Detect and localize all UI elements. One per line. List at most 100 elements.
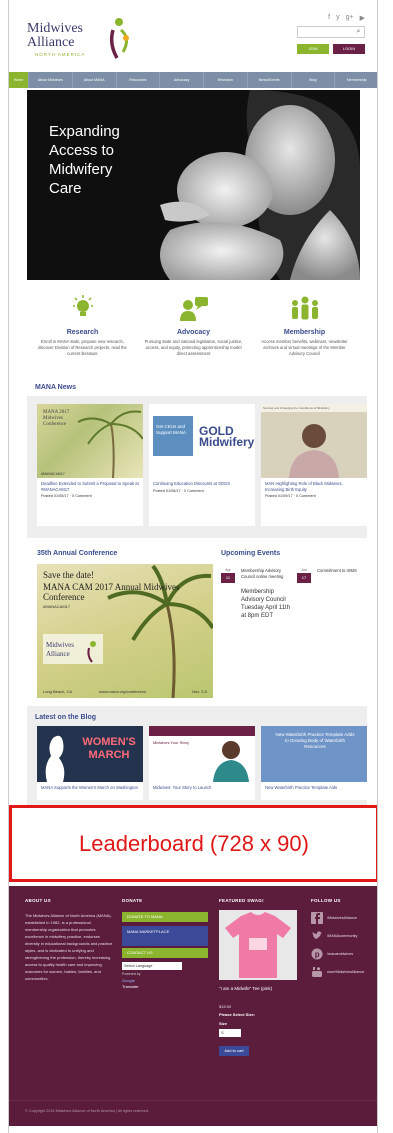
silhouette-icon [45, 735, 65, 782]
nav-about-midwives[interactable]: About Midwives [29, 72, 73, 88]
news-title[interactable]: Deadline Extended to Submit a Proposal t… [37, 478, 143, 492]
conference-hashtag: #MANACAM17 [43, 604, 71, 609]
mana-logo-icon: Midwives Alliance [43, 634, 103, 664]
follow-youtube[interactable]: user/MidwivesAlliance [311, 966, 364, 978]
translate-powered: Powered by [122, 972, 141, 976]
main-nav: Home About Midwives About MANA Resources… [9, 72, 377, 88]
marketplace-button[interactable]: MANA MARKETPLACE [122, 926, 208, 946]
add-to-cart-button[interactable]: Add to cart [219, 1046, 249, 1056]
feature-advocacy[interactable]: Advocacy Pursuing state and national leg… [138, 285, 249, 385]
conference-banner[interactable]: Save the date! MANA CAM 2017 Annual Midw… [37, 564, 213, 698]
blog-title[interactable]: Midwives: Your Story to Launch [149, 782, 255, 790]
nav-home[interactable]: Home [9, 72, 29, 88]
facebook-icon[interactable]: f [328, 14, 330, 22]
googleplus-icon[interactable]: g+ [346, 14, 354, 22]
hero-line: Midwifery [49, 161, 113, 178]
logo-figure-icon [109, 18, 129, 59]
nav-resources[interactable]: Resources [117, 72, 161, 88]
feature-membership[interactable]: Membership Access member benefits, webin… [249, 285, 360, 385]
product-price: $15.00 [219, 1004, 232, 1009]
nav-news-events[interactable]: News/Events [248, 72, 292, 88]
tshirt-image[interactable] [219, 910, 297, 980]
join-button[interactable]: JOIN [297, 44, 329, 54]
translate-link[interactable]: Translate [122, 984, 139, 989]
event-day: 11 [221, 573, 235, 583]
blog-image-text: WOMEN'S MARCH [82, 736, 136, 761]
nav-blog[interactable]: Blog [292, 72, 336, 88]
logo[interactable]: Midwives Alliance NORTH AMERICA [27, 16, 137, 64]
conference-website: www.mana.org/conference [99, 689, 147, 694]
follow-label: /manamidwives [327, 952, 354, 956]
conference-name: MANA CAM 2017 Annual Midwives Conference [43, 582, 180, 602]
follow-pinterest[interactable]: p /manamidwives [311, 948, 353, 960]
nav-membership[interactable]: Membership [335, 72, 377, 88]
logo-wordmark: Midwives Alliance [27, 22, 83, 50]
news-card[interactable]: Get CEUs and Support MANA GOLD Midwifery… [149, 404, 255, 526]
event-title[interactable]: Membership Advisory Council online meeti… [241, 568, 291, 580]
contact-button[interactable]: CONTACT US [122, 948, 208, 958]
news-card[interactable]: Naming and Changing the Conditions of Mi… [261, 404, 367, 526]
news-card[interactable]: MANA 2017 Midwives Conference #MANACAM17… [37, 404, 143, 526]
event-title[interactable]: Commitment to ISMS [317, 568, 363, 574]
nav-about-mana[interactable]: About MANA [73, 72, 117, 88]
footer-about-text: The Midwives Alliance of North America (… [25, 913, 113, 981]
conference-events-section: 35th Annual Conference Save the date! MA… [27, 540, 367, 705]
language-select[interactable]: Select Language [122, 962, 182, 970]
news-image: MANA 2017 Midwives Conference #MANACAM17 [37, 404, 143, 478]
search-icon[interactable]: ⌕ [354, 28, 363, 36]
news-image-footer: #MANACAM17 [41, 472, 65, 476]
blog-card[interactable]: Midwives Your Story Midwives: Your Story… [149, 726, 255, 800]
hero-banner[interactable]: Expanding Access to Midwifery Care [27, 90, 360, 280]
feature-title: Membership [283, 329, 326, 336]
blog-title[interactable]: New Waterbirth Practice Template Aids [261, 782, 367, 790]
nav-research[interactable]: Research [204, 72, 248, 88]
login-button[interactable]: LOGIN [333, 44, 365, 54]
youtube-icon[interactable]: ▶ [360, 14, 365, 22]
section-title-conference: 35th Annual Conference [37, 550, 118, 557]
leaderboard-ad[interactable]: Leaderboard (728 x 90) [9, 805, 377, 882]
svg-text:Midwives: Midwives [46, 641, 74, 649]
blog-card[interactable]: New Waterbirth Practice Template Adds to… [261, 726, 367, 800]
event-date: Jun 17 [297, 568, 311, 583]
leaderboard-label: Leaderboard (728 x 90) [79, 830, 309, 856]
feature-title: Advocacy [176, 329, 211, 336]
copyright-bar: © Copyright 2016 Midwives Alliance of No… [9, 1100, 377, 1126]
blog-section: Latest on the Blog WOMEN'S MARCH MANA Su… [27, 706, 367, 806]
nav-advocacy[interactable]: Advocacy [160, 72, 204, 88]
news-title[interactable]: Continuing Education Discounts at SDGS [149, 478, 255, 487]
feature-research[interactable]: Research Enroll in MANA stats, propose n… [27, 285, 138, 385]
news-image-text: Get CEUs and Support MANA [153, 416, 193, 456]
blog-image-text: New Waterbirth Practice Template Adds to… [275, 732, 355, 749]
logo-line2: Alliance [27, 35, 75, 50]
event-month: Apr [225, 568, 231, 572]
twitter-icon[interactable]: y [336, 14, 340, 22]
conference-location: Long Beach, CA [43, 689, 73, 694]
search-input[interactable]: ⌕ [297, 26, 365, 38]
follow-twitter[interactable]: /MANAcommunity [311, 930, 357, 942]
news-image-text: Naming and Changing the Conditions of Mi… [261, 404, 367, 412]
blog-image-text: Midwives Your Story [153, 740, 190, 745]
blog-image: Midwives Your Story [149, 726, 255, 782]
product-name[interactable]: "I am a Midwife" Tee (pink) [219, 986, 272, 991]
lightbulb-icon [72, 295, 93, 316]
blog-title[interactable]: MANA Supports the Women's March on Washi… [37, 782, 143, 790]
news-meta: Posted 01/05/17 · 0 Comment [41, 494, 92, 498]
donate-button[interactable]: DONATE TO MANA [122, 912, 208, 922]
palm-tree-icon [77, 410, 143, 478]
feature-row: Research Enroll in MANA stats, propose n… [27, 285, 360, 385]
footer-heading-follow: FOLLOW US [311, 898, 341, 903]
news-title[interactable]: MAN Highlighting Role of Black Midwives,… [261, 478, 367, 492]
size-select[interactable]: S [219, 1029, 241, 1037]
section-title-news: MANA News [35, 384, 76, 391]
copyright-text: © Copyright 2016 Midwives Alliance of No… [25, 1109, 150, 1113]
feature-title: Research [66, 329, 99, 336]
tshirt-icon [225, 912, 291, 978]
follow-facebook[interactable]: /MidwivesAlliance [311, 912, 357, 924]
event-detail: Membership Advisory Council Tuesday Apri… [241, 589, 291, 619]
blog-card[interactable]: WOMEN'S MARCH MANA Supports the Women's … [37, 726, 143, 800]
google-logo: Google [122, 978, 135, 983]
logo-line1: Midwives [27, 21, 83, 36]
feature-desc: Enroll in MANA stats, propose new resear… [38, 339, 127, 356]
footer-heading-swag: FEATURED SWAG! [219, 898, 264, 903]
news-meta: Posted 01/09/17 · 0 Comment [265, 494, 316, 498]
